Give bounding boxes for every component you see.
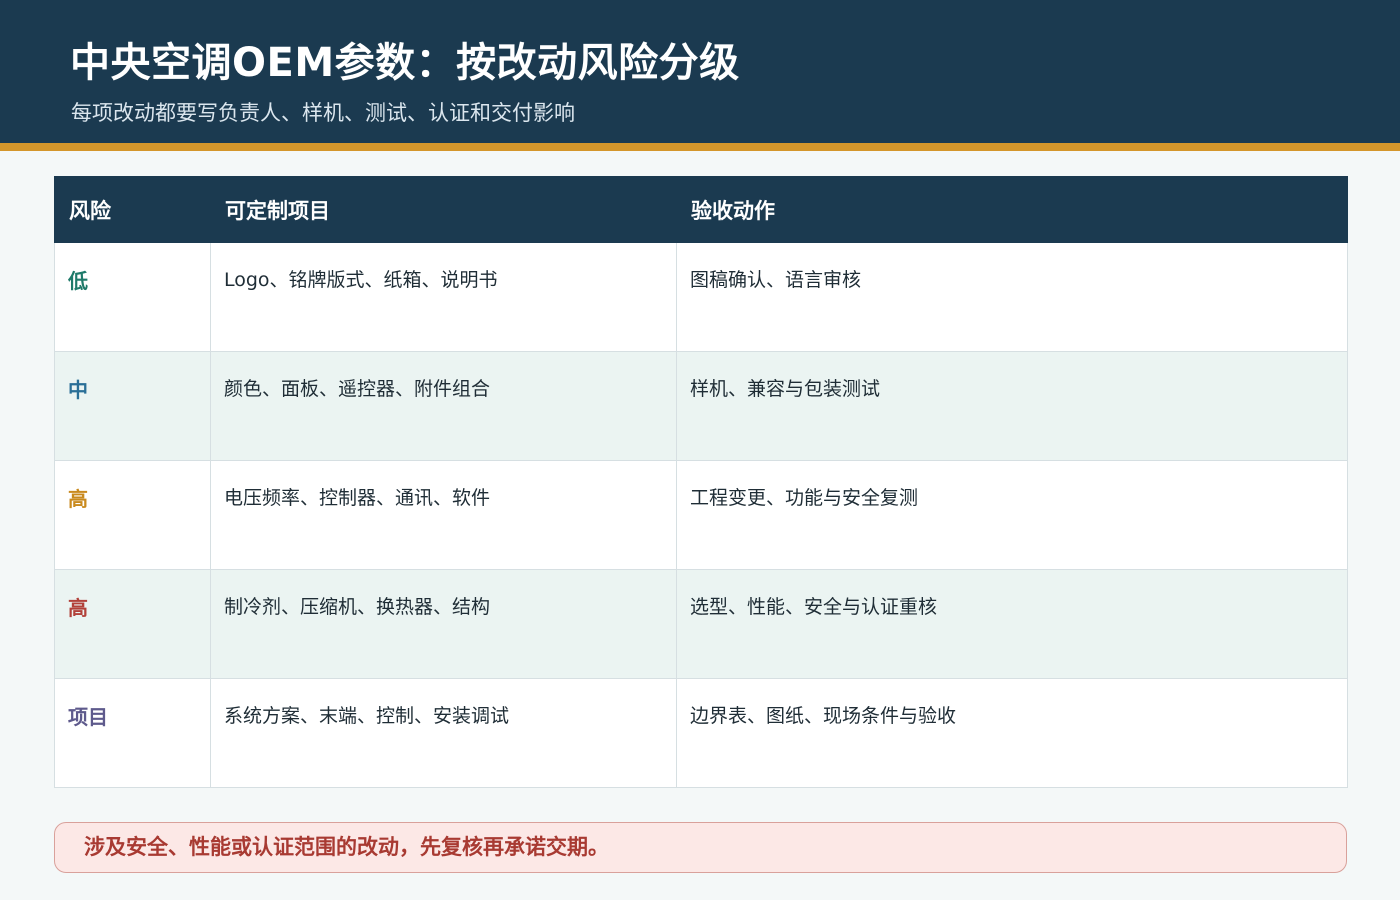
custom-items-cell: 电压频率、控制器、通讯、软件 [210,460,677,570]
acceptance-action-cell: 工程变更、功能与安全复测 [676,460,1348,570]
custom-items-cell: 系统方案、末端、控制、安装调试 [210,678,677,788]
custom-items-cell: 颜色、面板、遥控器、附件组合 [210,351,677,461]
risk-level-cell: 低 [54,242,211,352]
column-header-items: 可定制项目 [210,176,677,243]
table-row: 中 颜色、面板、遥控器、附件组合 样机、兼容与包装测试 [54,351,1348,461]
warning-notice: 涉及安全、性能或认证范围的改动，先复核再承诺交期。 [54,822,1347,873]
custom-items-cell: Logo、铭牌版式、纸箱、说明书 [210,242,677,352]
acceptance-action-cell: 选型、性能、安全与认证重核 [676,569,1348,679]
risk-table: 风险 可定制项目 验收动作 低 Logo、铭牌版式、纸箱、说明书 图稿确认、语言… [54,176,1348,788]
table-row: 项目 系统方案、末端、控制、安装调试 边界表、图纸、现场条件与验收 [54,678,1348,788]
table-row: 高 制冷剂、压缩机、换热器、结构 选型、性能、安全与认证重核 [54,569,1348,679]
table-row: 低 Logo、铭牌版式、纸箱、说明书 图稿确认、语言审核 [54,242,1348,352]
page-title: 中央空调OEM参数：按改动风险分级 [70,40,740,86]
custom-items-cell: 制冷剂、压缩机、换热器、结构 [210,569,677,679]
page-header: 中央空调OEM参数：按改动风险分级 每项改动都要写负责人、样机、测试、认证和交付… [0,0,1400,143]
risk-level-cell: 高 [54,460,211,570]
header-accent-rule [0,143,1400,151]
risk-level-cell: 中 [54,351,211,461]
acceptance-action-cell: 样机、兼容与包装测试 [676,351,1348,461]
page-subtitle: 每项改动都要写负责人、样机、测试、认证和交付影响 [71,101,575,125]
acceptance-action-cell: 边界表、图纸、现场条件与验收 [676,678,1348,788]
table-row: 高 电压频率、控制器、通讯、软件 工程变更、功能与安全复测 [54,460,1348,570]
column-header-action: 验收动作 [676,176,1348,243]
acceptance-action-cell: 图稿确认、语言审核 [676,242,1348,352]
risk-level-cell: 项目 [54,678,211,788]
risk-level-cell: 高 [54,569,211,679]
table-header-row: 风险 可定制项目 验收动作 [54,176,1348,243]
column-header-risk: 风险 [54,176,211,243]
